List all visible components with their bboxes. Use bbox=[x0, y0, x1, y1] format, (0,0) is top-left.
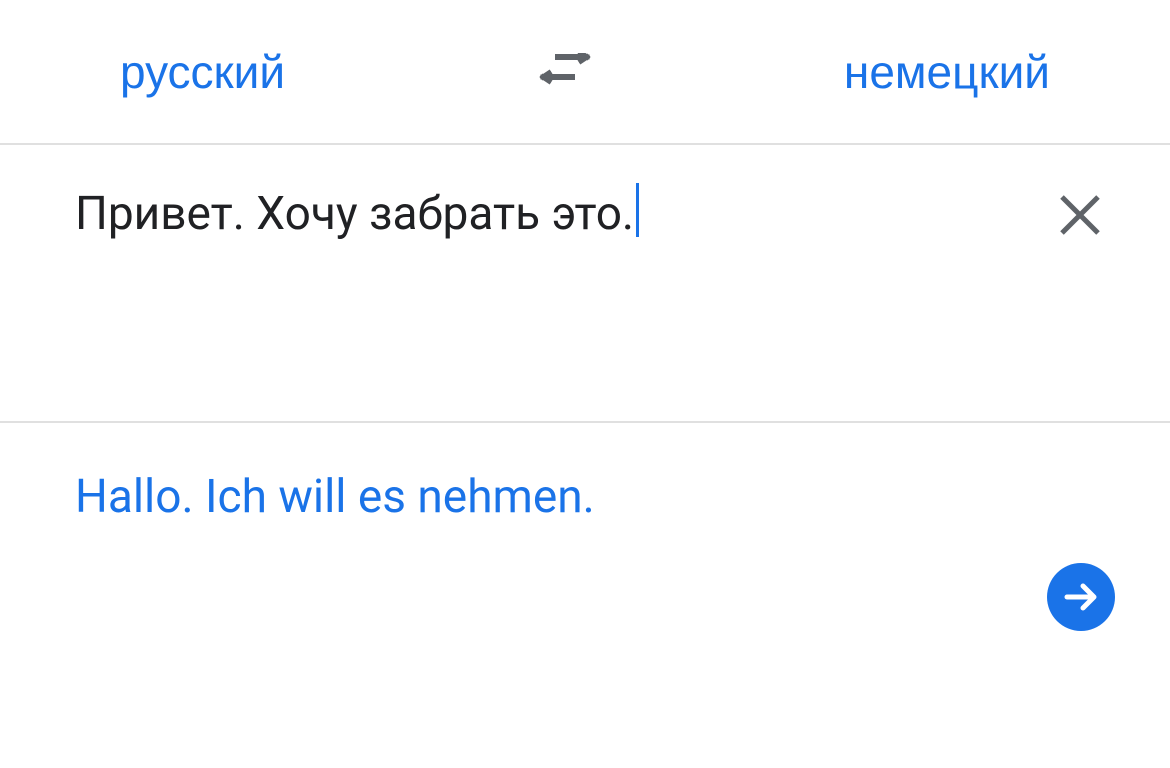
clear-button[interactable] bbox=[1050, 185, 1110, 248]
swap-languages-button[interactable] bbox=[527, 43, 603, 101]
go-button[interactable] bbox=[1047, 563, 1115, 631]
input-text: Привет. Хочу забрать это. bbox=[75, 185, 634, 245]
source-language-button[interactable]: русский bbox=[80, 45, 325, 99]
swap-icon bbox=[537, 53, 593, 91]
arrow-right-icon bbox=[1063, 579, 1099, 615]
output-text: Hallo. Ich will es nehmen. bbox=[75, 468, 1095, 528]
language-header: русский немецкий bbox=[0, 0, 1170, 145]
text-cursor bbox=[636, 183, 639, 237]
input-text-area[interactable]: Привет. Хочу забрать это. bbox=[75, 185, 1095, 245]
output-section: Hallo. Ich will es nehmen. bbox=[0, 423, 1170, 568]
target-language-button[interactable]: немецкий bbox=[804, 45, 1090, 99]
input-section: Привет. Хочу забрать это. bbox=[0, 145, 1170, 423]
close-icon bbox=[1058, 193, 1102, 237]
